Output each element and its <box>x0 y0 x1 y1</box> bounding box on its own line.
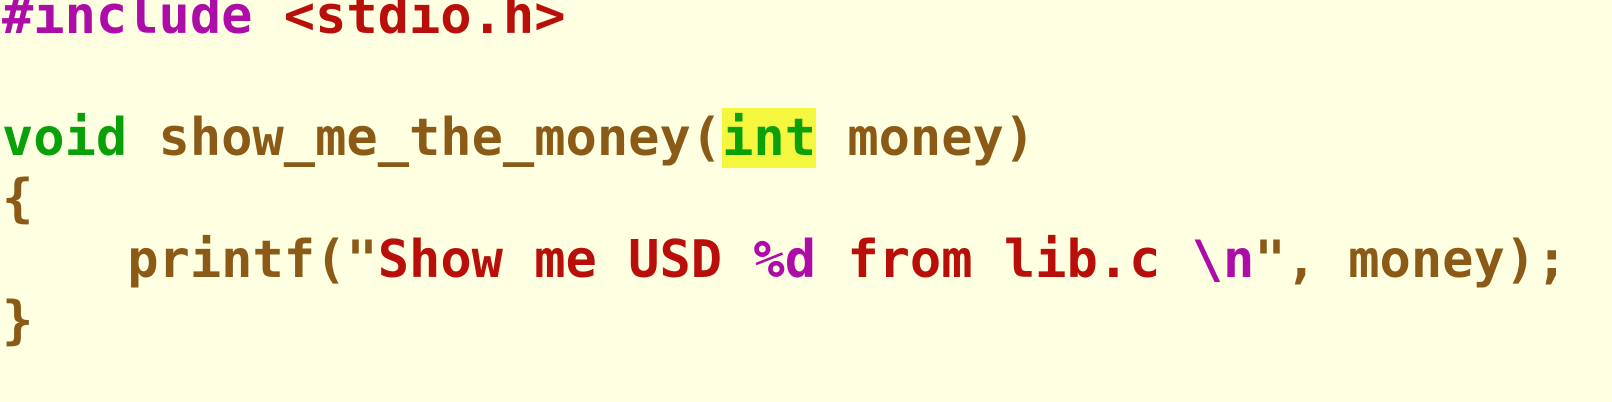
param-name: money <box>847 108 1004 168</box>
escape-sequence: \n <box>1191 230 1255 290</box>
function-name: show_me_the_money <box>158 108 691 168</box>
return-type: void <box>2 108 128 168</box>
code-line-5: printf("Show me USD %d from lib.c \n", m… <box>2 230 1567 291</box>
code-line-6: } <box>2 291 1567 352</box>
param-type-highlighted: int <box>722 108 816 168</box>
open-brace: { <box>2 169 34 229</box>
string-part-b: from lib.c <box>816 230 1192 290</box>
source-code: #include <stdio.h> void show_me_the_money… <box>2 0 1567 352</box>
code-line-1: #include <stdio.h> <box>2 0 1567 47</box>
call-open: (" <box>315 230 378 290</box>
close-paren: ) <box>1003 108 1036 168</box>
string-part-a: Show me USD <box>377 230 754 290</box>
format-specifier: %d <box>753 230 817 290</box>
preprocessor-directive: #include <box>2 0 253 46</box>
close-brace: } <box>2 291 34 351</box>
close-quote: " <box>1254 230 1286 290</box>
open-paren: ( <box>690 108 723 168</box>
call-name: printf <box>127 230 316 290</box>
call-args-rest: , money); <box>1285 230 1568 290</box>
code-editor[interactable]: #include <stdio.h> void show_me_the_money… <box>0 0 1612 402</box>
include-header: <stdio.h> <box>283 0 566 46</box>
code-line-3: void show_me_the_money(int money) <box>2 108 1567 169</box>
code-line-4: { <box>2 169 1567 230</box>
